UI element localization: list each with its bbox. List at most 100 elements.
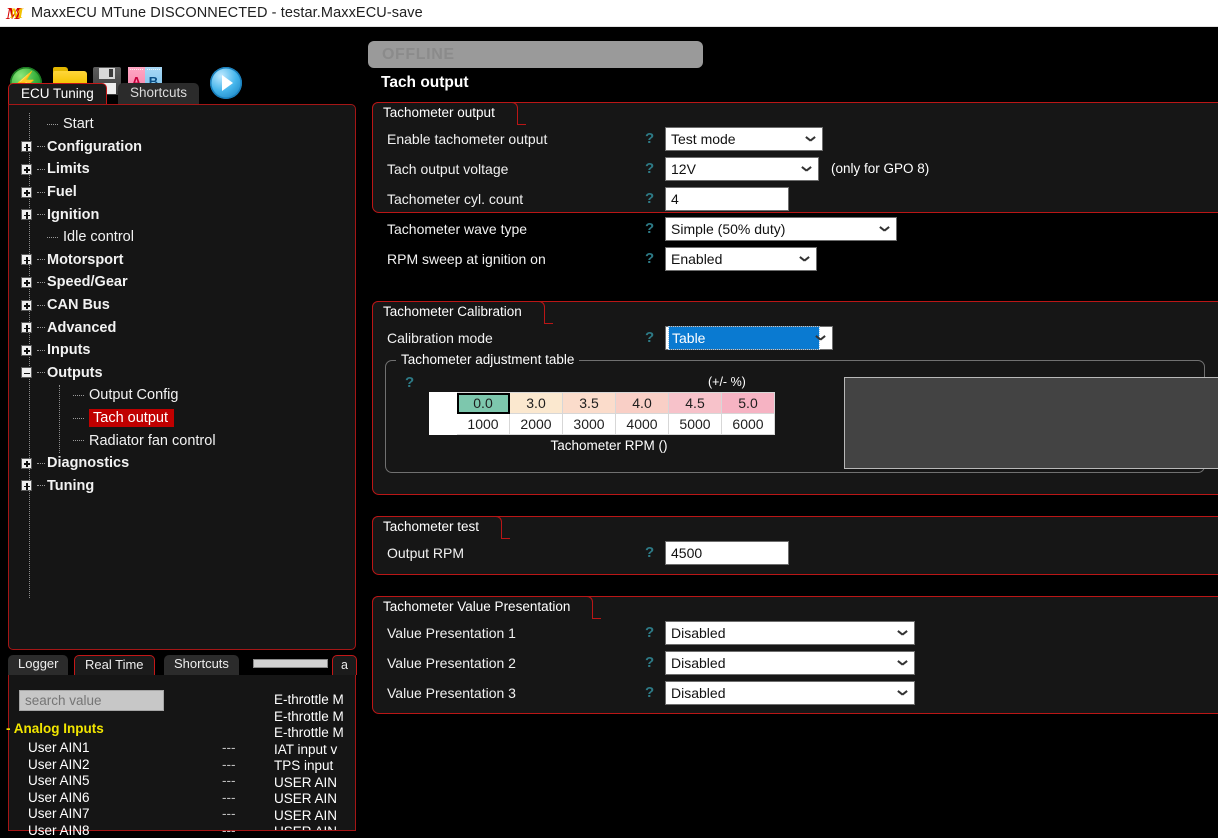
field-control[interactable]: 4 (665, 187, 789, 211)
form-row: Output RPM? 4500 (373, 541, 1218, 571)
realtime-right-label[interactable]: E-throttle M (274, 725, 344, 740)
tab-logger[interactable]: Logger (8, 655, 69, 675)
expand-icon[interactable] (21, 480, 32, 492)
help-icon[interactable]: ? (645, 544, 654, 561)
collapse-icon[interactable] (21, 367, 32, 379)
expand-icon[interactable] (21, 344, 32, 356)
select-dropdown[interactable]: Disabled (665, 681, 915, 705)
realtime-right-label[interactable]: USER AIN (274, 824, 337, 830)
text-input[interactable]: 4 (665, 187, 789, 211)
table-cell-rpm[interactable]: 2000 (509, 413, 563, 435)
select-dropdown[interactable]: Disabled (665, 651, 915, 675)
tree-item-can-bus[interactable]: CAN Bus (9, 294, 355, 317)
tree-item-fuel[interactable]: Fuel (9, 181, 355, 204)
table-cell-value[interactable]: 4.5 (668, 392, 722, 414)
select-dropdown[interactable]: Simple (50% duty) (665, 217, 897, 241)
analog-input-name[interactable]: User AIN2 (28, 757, 90, 772)
select-value: Disabled (671, 685, 726, 701)
analog-input-name[interactable]: User AIN6 (28, 790, 90, 805)
help-icon[interactable]: ? (405, 374, 414, 391)
tree-item-motorsport[interactable]: Motorsport (9, 249, 355, 272)
search-input[interactable] (19, 690, 164, 711)
tree-item-limits[interactable]: Limits (9, 158, 355, 181)
table-cell-rpm[interactable]: 4000 (615, 413, 669, 435)
table-cell-rpm[interactable]: 1000 (456, 413, 510, 435)
field-control[interactable]: 4500 (665, 541, 789, 565)
tree-item-radiator-fan-control[interactable]: Radiator fan control (9, 429, 355, 452)
help-icon[interactable]: ? (645, 130, 654, 147)
select-dropdown[interactable]: Enabled (665, 247, 817, 271)
tree-item-outputs[interactable]: Outputs (9, 362, 355, 385)
tab-overflow[interactable]: a (332, 655, 357, 675)
expand-icon[interactable] (21, 299, 32, 311)
help-icon[interactable]: ? (645, 624, 654, 641)
expand-icon[interactable] (21, 186, 32, 198)
tree-item-tach-output[interactable]: Tach output (9, 407, 355, 430)
tree-item-advanced[interactable]: Advanced (9, 316, 355, 339)
tab-ecu-tuning[interactable]: ECU Tuning (8, 83, 107, 105)
tree-item-diagnostics[interactable]: Diagnostics (9, 452, 355, 475)
tree-item-speed-gear[interactable]: Speed/Gear (9, 271, 355, 294)
help-icon[interactable]: ? (645, 160, 654, 177)
help-icon[interactable]: ? (645, 684, 654, 701)
tree-item-output-config[interactable]: Output Config (9, 384, 355, 407)
help-icon[interactable]: ? (645, 190, 654, 207)
tachometer-adjustment-table[interactable]: 0.0 3.0 3.5 4.0 4.5 5.0 1000 2000 3000 4000 5000 6… (429, 392, 775, 435)
realtime-right-label[interactable]: USER AIN (274, 775, 337, 790)
tree-item-ignition[interactable]: Ignition (9, 203, 355, 226)
table-cell-rpm[interactable]: 5000 (668, 413, 722, 435)
select-dropdown[interactable]: 12V (665, 157, 819, 181)
table-cell-rpm[interactable]: 6000 (721, 413, 775, 435)
expand-icon[interactable] (21, 163, 32, 175)
table-cell-rpm[interactable]: 3000 (562, 413, 616, 435)
table-cell-value[interactable]: 3.0 (509, 392, 563, 414)
table-cell-value[interactable]: 3.5 (562, 392, 616, 414)
text-input[interactable]: 4500 (665, 541, 789, 565)
expand-icon[interactable] (21, 254, 32, 266)
tab-logger-shortcuts[interactable]: Shortcuts (164, 655, 239, 675)
field-control[interactable]: Disabled (665, 651, 915, 675)
table-cell-value[interactable]: 0.0 (456, 392, 510, 414)
tree-item-tuning[interactable]: Tuning (9, 475, 355, 498)
field-control[interactable]: 12V (665, 157, 819, 181)
analog-inputs-group-label[interactable]: - Analog Inputs (6, 721, 104, 736)
realtime-right-label[interactable]: TPS input (274, 758, 333, 773)
expand-icon[interactable] (21, 322, 32, 334)
tree-item-configuration[interactable]: Configuration (9, 136, 355, 159)
select-dropdown[interactable]: Disabled (665, 621, 915, 645)
analog-input-name[interactable]: User AIN7 (28, 806, 90, 821)
table-graph-area[interactable] (844, 377, 1218, 469)
field-control[interactable]: Test mode (665, 127, 823, 151)
help-icon[interactable]: ? (645, 329, 654, 346)
tree-item-start[interactable]: Start (9, 113, 355, 136)
tree-item-idle-control[interactable]: Idle control (9, 226, 355, 249)
field-control[interactable]: Disabled (665, 621, 915, 645)
calibration-mode-select[interactable]: Table (665, 326, 833, 350)
help-icon[interactable]: ? (645, 654, 654, 671)
realtime-right-label[interactable]: USER AIN (274, 808, 337, 823)
field-control[interactable]: Disabled (665, 681, 915, 705)
realtime-right-label[interactable]: USER AIN (274, 791, 337, 806)
select-dropdown[interactable]: Test mode (665, 127, 823, 151)
expand-icon[interactable] (21, 209, 32, 221)
realtime-right-label[interactable]: E-throttle M (274, 709, 344, 724)
expand-icon[interactable] (21, 141, 32, 153)
analog-input-name[interactable]: User AIN1 (28, 740, 90, 755)
table-cell-value[interactable]: 4.0 (615, 392, 669, 414)
field-control[interactable]: Simple (50% duty) (665, 217, 897, 241)
tree-item-inputs[interactable]: Inputs (9, 339, 355, 362)
help-icon[interactable]: ? (645, 220, 654, 237)
table-cell-value[interactable]: 5.0 (721, 392, 775, 414)
expand-icon[interactable] (21, 457, 32, 469)
field-control[interactable]: Enabled (665, 247, 817, 271)
realtime-right-label[interactable]: IAT input v (274, 742, 337, 757)
help-icon[interactable]: ? (645, 250, 654, 267)
realtime-right-label[interactable]: E-throttle M (274, 692, 344, 707)
calibration-mode-control[interactable]: Table (665, 326, 833, 350)
expand-icon[interactable] (21, 276, 32, 288)
select-value: Disabled (671, 655, 726, 671)
tab-shortcuts[interactable]: Shortcuts (118, 83, 200, 105)
analog-input-name[interactable]: User AIN8 (28, 823, 90, 838)
tab-real-time[interactable]: Real Time (74, 655, 155, 675)
analog-input-name[interactable]: User AIN5 (28, 773, 90, 788)
